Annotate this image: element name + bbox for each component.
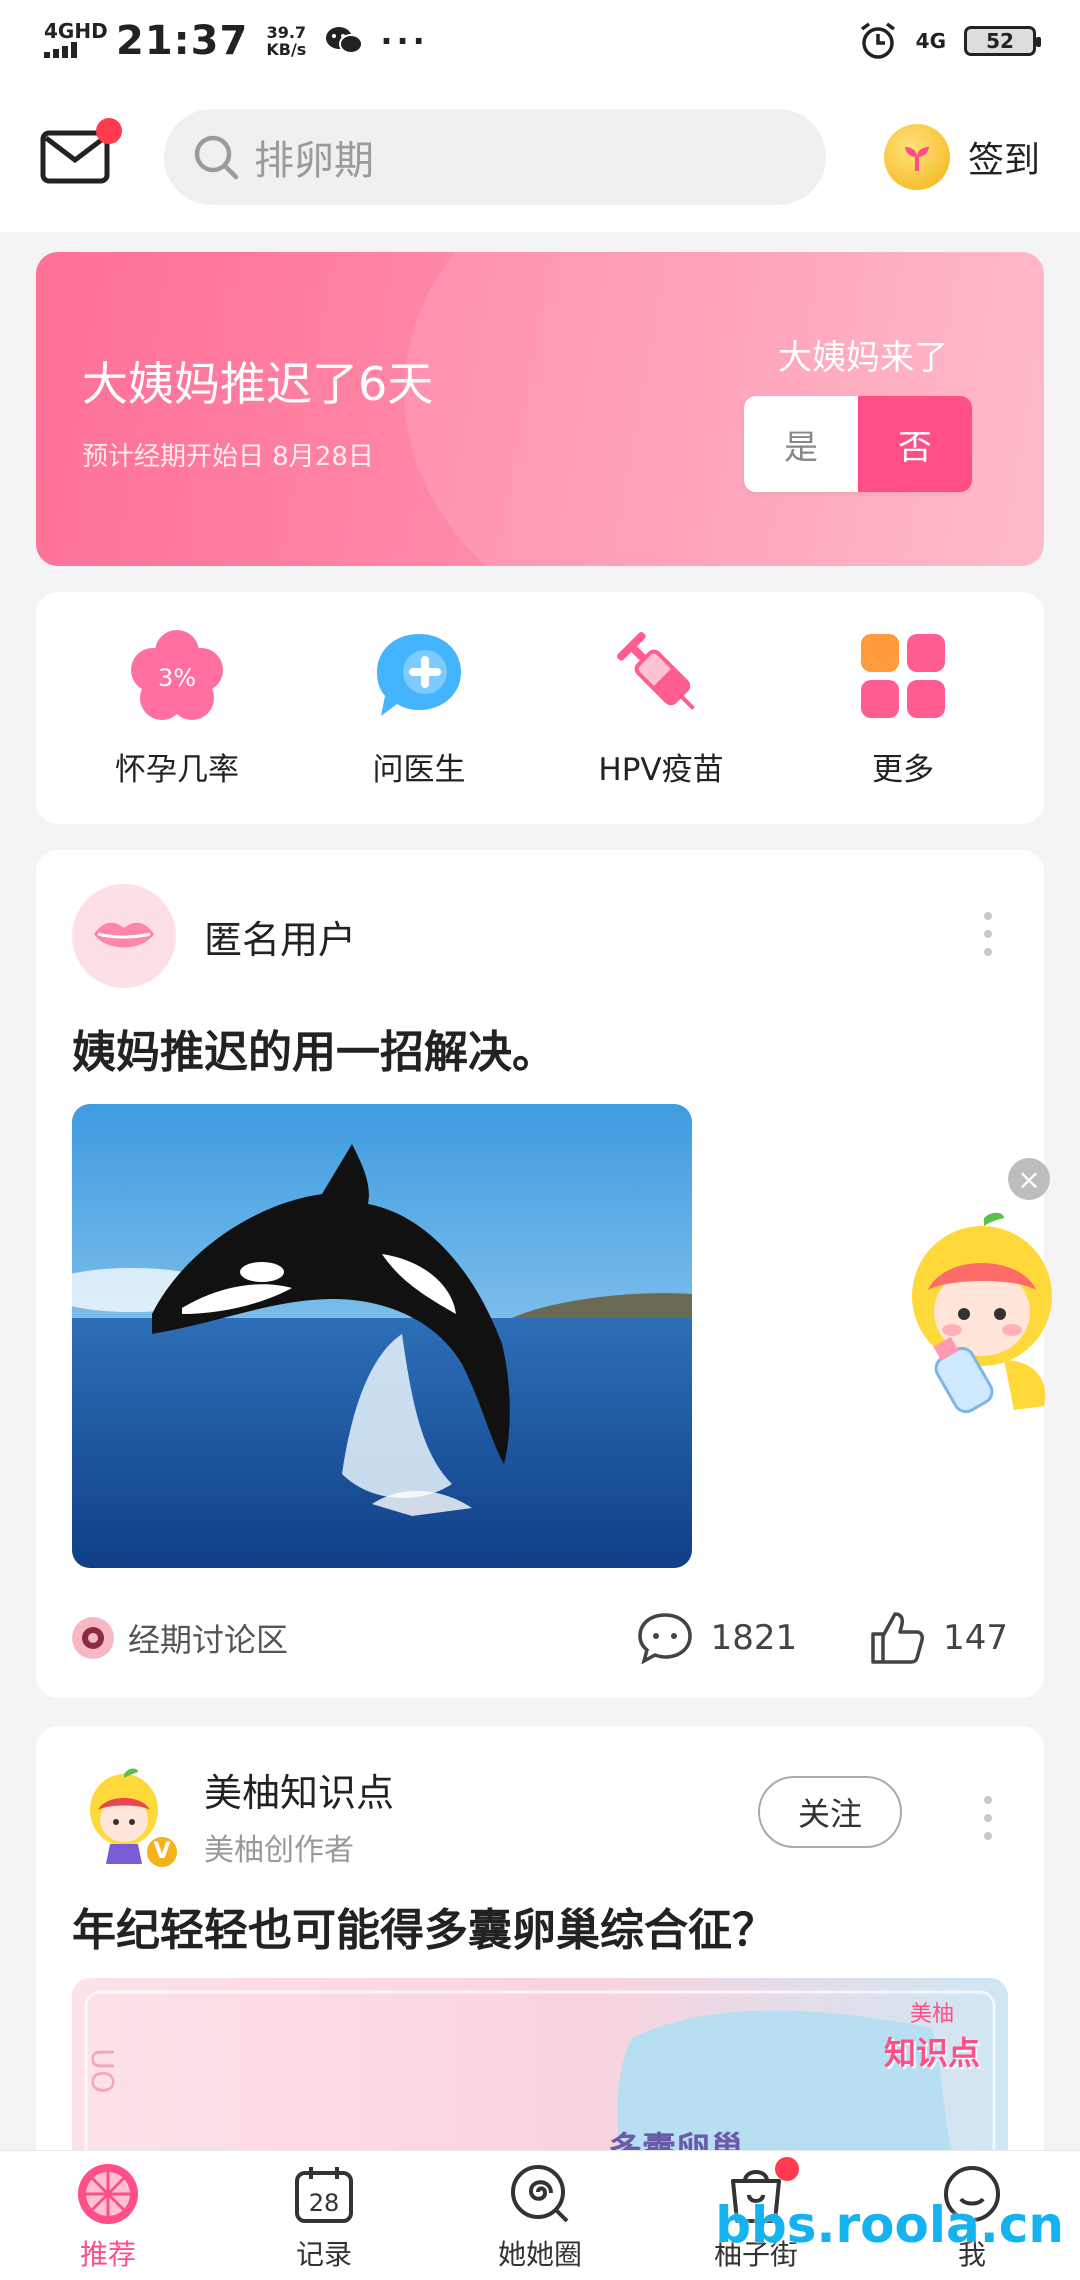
period-delay-title: 大姨妈推迟了6天 — [82, 357, 434, 411]
clock: 21:37 — [116, 18, 249, 64]
author-avatar[interactable]: V — [72, 1763, 180, 1870]
comment-icon — [637, 1613, 692, 1664]
follow-button[interactable]: 关注 — [758, 1776, 902, 1848]
orca-jumping-image[interactable] — [72, 1104, 692, 1568]
post-card[interactable]: 匿名用户 姨妈推迟的用一招解决。 经期讨论区 1821 147 — [36, 850, 1044, 1698]
tool-hpv-vaccine[interactable]: HPV疫苗 — [556, 628, 766, 789]
post-title[interactable]: 年纪轻轻也可能得多囊卵巢综合征？ — [72, 1894, 776, 1958]
tab-record[interactable]: 28 记录 — [239, 2159, 409, 2273]
period-banner: 大姨妈推迟了6天 预计经期开始日 8月28日 大姨妈来了 是 否 — [36, 252, 1044, 566]
battery-icon: 52 — [964, 26, 1041, 56]
site-watermark: bbs.roola.cn — [715, 2196, 1064, 2254]
forum-label: 经期讨论区 — [128, 1621, 289, 1659]
network-indicator: 4GHD — [44, 21, 108, 61]
author-info: 美柚知识点 美柚创作者 — [204, 1762, 394, 1869]
post-author: 匿名用户 — [72, 884, 356, 988]
messages-button[interactable] — [40, 118, 122, 184]
coin-icon — [883, 124, 950, 190]
yes-button[interactable]: 是 — [744, 396, 858, 492]
comments-button[interactable]: 1821 — [637, 1612, 798, 1664]
floating-mascot[interactable] — [904, 1210, 1054, 1420]
network-type: 4G — [915, 29, 946, 53]
svg-text:UO: UO — [84, 2048, 119, 2094]
unread-dot — [96, 118, 122, 144]
grid-more-icon — [855, 628, 951, 724]
tab-label: 推荐 — [79, 2237, 136, 2271]
quick-tools: 3% 怀孕几率 问医生 HPV疫苗 更多 — [36, 592, 1044, 824]
more-notifications: ··· — [380, 22, 429, 60]
like-count: 147 — [943, 1618, 1008, 1658]
no-button[interactable]: 否 — [858, 396, 972, 492]
comment-count: 1821 — [710, 1618, 798, 1658]
verified-badge: V — [144, 1833, 180, 1870]
period-answer-toggle: 是 否 — [744, 396, 972, 492]
tab-recommend[interactable]: 推荐 — [23, 2159, 193, 2273]
tool-ask-doctor[interactable]: 问医生 — [314, 628, 524, 789]
tab-label: 记录 — [295, 2237, 352, 2271]
syringe-icon — [613, 628, 709, 724]
search-icon — [194, 135, 239, 180]
post-title[interactable]: 姨妈推迟的用一招解决。 — [72, 1016, 556, 1080]
knowledge-logo: 美柚 知识点 — [883, 2002, 980, 2072]
tab-label: 她她圈 — [497, 2237, 582, 2271]
post-more-button[interactable] — [984, 1796, 992, 1850]
grapefruit-icon — [73, 2159, 143, 2229]
period-question: 大姨妈来了 — [778, 338, 948, 378]
net-speed: 39.7 KB/s — [266, 23, 307, 59]
alarm-icon — [860, 22, 895, 59]
status-bar: 4GHD 21:37 39.7 KB/s ··· 4G 52 — [0, 0, 1080, 82]
close-icon[interactable]: × — [1008, 1158, 1050, 1200]
swirl-icon — [505, 2159, 575, 2229]
forum-link[interactable]: 经期讨论区 — [72, 1615, 288, 1661]
tool-more[interactable]: 更多 — [798, 628, 1008, 789]
svg-text:28: 28 — [309, 2189, 340, 2217]
like-button[interactable]: 147 — [869, 1610, 1008, 1666]
post-author: V 美柚知识点 美柚创作者 — [72, 1762, 394, 1870]
svg-text:3%: 3% — [158, 664, 196, 692]
wechat-icon — [326, 27, 364, 54]
flower-percent-icon: 3% — [129, 628, 225, 724]
tool-label: 怀孕几率 — [115, 751, 239, 788]
signin-button[interactable]: 签到 — [883, 124, 1040, 190]
app-screen: 4GHD 21:37 39.7 KB/s ··· 4G 52 排卵期 签到 大姨… — [0, 0, 1080, 2280]
thumbs-up-icon — [871, 1612, 925, 1664]
post-more-button[interactable] — [984, 912, 992, 966]
notification-dot — [775, 2156, 799, 2181]
doctor-chat-icon — [371, 628, 467, 724]
tool-label: HPV疫苗 — [598, 751, 724, 788]
tool-label: 问医生 — [372, 751, 466, 788]
signal-icon — [44, 42, 77, 58]
tool-pregnancy-chance[interactable]: 3% 怀孕几率 — [72, 628, 282, 789]
forum-icon — [72, 1617, 114, 1659]
tab-community[interactable]: 她她圈 — [455, 2159, 625, 2273]
top-header: 排卵期 签到 — [0, 82, 1080, 232]
lips-icon — [94, 922, 154, 948]
period-expected-date: 预计经期开始日 8月28日 — [82, 442, 374, 472]
post-footer: 经期讨论区 1821 147 — [72, 1608, 1008, 1668]
user-name[interactable]: 美柚知识点 — [204, 1762, 394, 1817]
user-role: 美柚创作者 — [204, 1833, 354, 1868]
user-name[interactable]: 匿名用户 — [204, 909, 356, 964]
signin-label: 签到 — [967, 140, 1040, 181]
search-bar[interactable]: 排卵期 — [164, 109, 826, 205]
search-placeholder: 排卵期 — [254, 138, 374, 184]
anonymous-avatar[interactable] — [72, 884, 176, 988]
tool-label: 更多 — [872, 751, 934, 788]
calendar-icon: 28 — [289, 2159, 359, 2229]
